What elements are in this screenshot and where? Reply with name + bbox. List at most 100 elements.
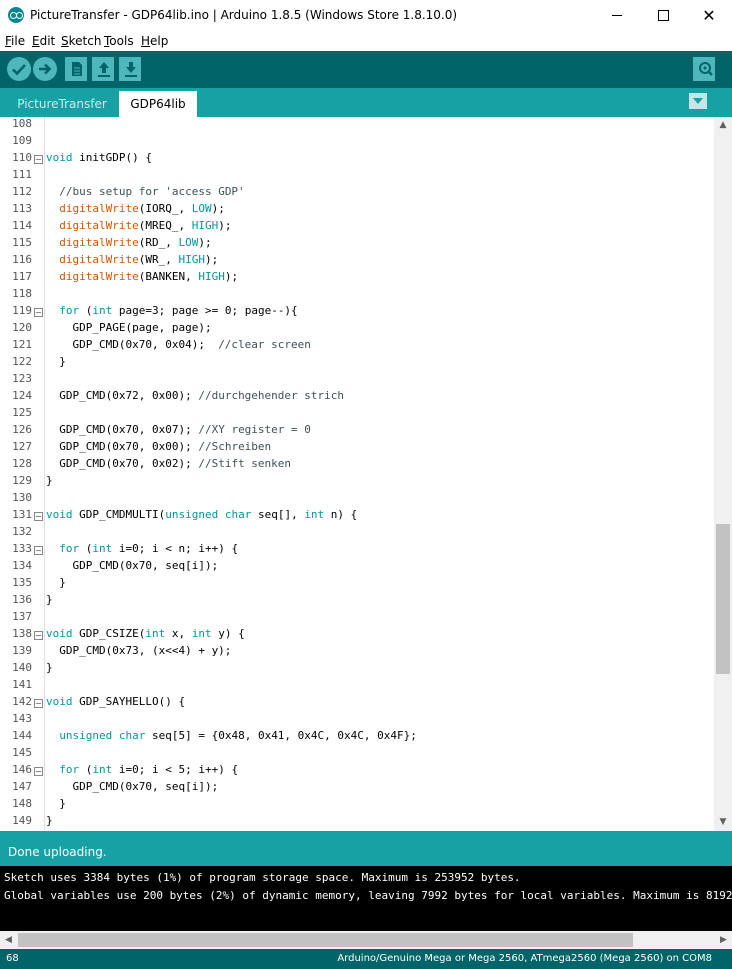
console-horizontal-scrollbar[interactable]: ◀ ▶ xyxy=(0,931,732,949)
serial-monitor-button[interactable] xyxy=(693,57,715,81)
menu-sketch[interactable]: Sketch xyxy=(61,34,101,48)
line-number: 115 xyxy=(12,236,32,249)
tab-picturetransfer[interactable]: PictureTransfer xyxy=(7,91,117,117)
code-line: digitalWrite(RD_, LOW); xyxy=(59,236,212,249)
code-line: for (int i=0; i < n; i++) { xyxy=(59,542,239,555)
line-number: 127 xyxy=(12,440,32,453)
footer-bar: 68 Arduino/Genuino Mega or Mega 2560, AT… xyxy=(0,949,732,969)
line-number-gutter: 108 109 110 111 112 113 114 115 116 117 118 119 120 1… xyxy=(0,117,45,831)
tab-menu-button[interactable] xyxy=(689,93,707,109)
line-number: 128 xyxy=(12,457,32,470)
line-number: 114 xyxy=(12,219,32,232)
maximize-icon xyxy=(657,10,669,21)
line-number: 149 xyxy=(12,814,32,827)
code-line: GDP_CMD(0x70, 0x02); //Stift senken xyxy=(46,457,292,470)
fold-toggle-icon[interactable] xyxy=(34,631,43,640)
line-number: 138 xyxy=(12,627,32,640)
close-button[interactable]: ✕ xyxy=(686,0,732,31)
scroll-down-icon[interactable]: ▼ xyxy=(714,814,732,831)
open-icon xyxy=(98,62,110,77)
verify-button[interactable] xyxy=(7,57,31,81)
code-editor[interactable]: 108 109 110 111 112 113 114 115 116 117 118 119 120 1… xyxy=(0,117,714,831)
code-line: GDP_CMD(0x73, (x<<4) + y); xyxy=(46,644,232,657)
save-icon xyxy=(125,62,137,77)
menu-file[interactable]: File xyxy=(5,34,25,48)
open-button[interactable] xyxy=(92,57,114,81)
code-line: digitalWrite(MREQ_, HIGH); xyxy=(59,219,232,232)
line-number: 124 xyxy=(12,389,32,402)
board-info: Arduino/Genuino Mega or Mega 2560, ATmeg… xyxy=(337,953,712,964)
save-button[interactable] xyxy=(119,57,141,81)
scroll-up-icon[interactable]: ▲ xyxy=(714,117,732,134)
code-line: GDP_CMD(0x70, 0x00); //Schreiben xyxy=(46,440,272,453)
code-line: void GDP_CSIZE(int x, int y) { xyxy=(46,627,245,640)
new-button[interactable] xyxy=(65,57,87,81)
code-line: digitalWrite(BANKEN, HIGH); xyxy=(59,270,239,283)
code-line: void GDP_CMDMULTI(unsigned char seq[], i… xyxy=(46,508,358,521)
code-line: } xyxy=(46,474,53,487)
fold-toggle-icon[interactable] xyxy=(34,155,43,164)
scrollbar-thumb[interactable] xyxy=(716,524,730,674)
scroll-left-icon[interactable]: ◀ xyxy=(0,931,17,949)
console-output[interactable]: Sketch uses 3384 bytes (1%) of program s… xyxy=(0,866,732,931)
code-line: for (int page=3; page >= 0; page--){ xyxy=(59,304,298,317)
line-number: 130 xyxy=(12,491,32,504)
console-line: Global variables use 200 bytes (2%) of d… xyxy=(4,889,732,902)
code-line: digitalWrite(IORQ_, LOW); xyxy=(59,202,225,215)
code-line: } xyxy=(46,355,66,368)
line-number: 145 xyxy=(12,746,32,759)
status-message: Done uploading. xyxy=(8,845,107,859)
line-number: 143 xyxy=(12,712,32,725)
line-number: 110 xyxy=(12,151,32,164)
line-number: 112 xyxy=(12,185,32,198)
maximize-button[interactable] xyxy=(640,0,686,31)
upload-button[interactable] xyxy=(33,57,57,81)
fold-toggle-icon[interactable] xyxy=(34,767,43,776)
fold-toggle-icon[interactable] xyxy=(34,308,43,317)
menu-help[interactable]: Help xyxy=(141,34,168,48)
menu-edit[interactable]: Edit xyxy=(32,34,55,48)
code-line: } xyxy=(46,593,53,606)
code-line: digitalWrite(WR_, HIGH); xyxy=(59,253,219,266)
line-number: 133 xyxy=(12,542,32,555)
close-icon: ✕ xyxy=(702,5,716,25)
line-number: 121 xyxy=(12,338,32,351)
code-line: GDP_CMD(0x72, 0x00); //durchgehender str… xyxy=(46,389,345,402)
window-title: PictureTransfer - GDP64lib.ino | Arduino… xyxy=(30,8,458,22)
cursor-line-number: 68 xyxy=(6,953,19,964)
line-number: 122 xyxy=(12,355,32,368)
line-number: 136 xyxy=(12,593,32,606)
line-number: 111 xyxy=(12,168,32,181)
code-line: GDP_CMD(0x70, 0x07); //XY register = 0 xyxy=(46,423,311,436)
code-line: unsigned char seq[5] = {0x48, 0x41, 0x4C… xyxy=(59,729,417,742)
line-number: 117 xyxy=(12,270,32,283)
verify-icon xyxy=(12,64,26,76)
line-number: 139 xyxy=(12,644,32,657)
minimize-button[interactable] xyxy=(594,0,640,31)
title-bar: PictureTransfer - GDP64lib.ino | Arduino… xyxy=(0,0,732,31)
menu-tools[interactable]: Tools xyxy=(104,34,134,48)
editor-vertical-scrollbar[interactable]: ▲ ▼ xyxy=(714,117,732,831)
fold-toggle-icon[interactable] xyxy=(34,699,43,708)
tab-gdp64lib[interactable]: GDP64lib xyxy=(119,91,197,117)
line-number: 113 xyxy=(12,202,32,215)
line-number: 116 xyxy=(12,253,32,266)
menu-bar: File Edit Sketch Tools Help xyxy=(0,31,732,50)
line-number: 123 xyxy=(12,372,32,385)
code-line: GDP_CMD(0x70, 0x04); //clear screen xyxy=(46,338,311,351)
line-number: 108 xyxy=(12,117,32,130)
line-number: 141 xyxy=(12,678,32,691)
code-line: } xyxy=(46,797,66,810)
fold-toggle-icon[interactable] xyxy=(34,512,43,521)
code-line: //bus setup for 'access GDP' xyxy=(59,185,245,198)
code-line: } xyxy=(46,814,53,827)
line-number: 126 xyxy=(12,423,32,436)
code-line: for (int i=0; i < 5; i++) { xyxy=(59,763,239,776)
code-line: } xyxy=(46,576,66,589)
scrollbar-thumb[interactable] xyxy=(18,933,633,947)
code-line: GDP_CMD(0x70, seq[i]); xyxy=(46,559,219,572)
arduino-logo-icon xyxy=(8,7,24,23)
scroll-right-icon[interactable]: ▶ xyxy=(715,931,732,949)
line-number: 140 xyxy=(12,661,32,674)
fold-toggle-icon[interactable] xyxy=(34,546,43,555)
